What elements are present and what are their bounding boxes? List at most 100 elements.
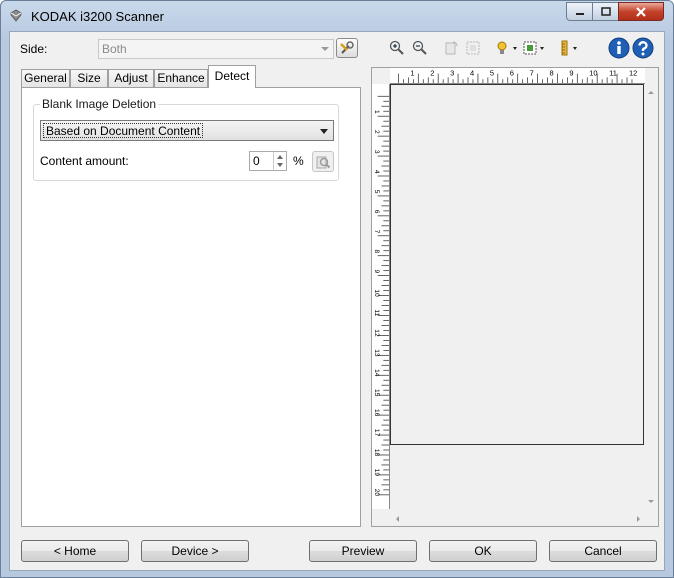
- home-button[interactable]: < Home: [21, 540, 129, 562]
- content-amount-unit: %: [293, 154, 304, 168]
- blank-image-deletion-group: Blank Image Deletion Based on Document C…: [33, 97, 339, 181]
- magnifier-icon: [316, 156, 331, 168]
- maximize-button[interactable]: [592, 2, 619, 21]
- close-button[interactable]: [618, 2, 664, 21]
- close-icon: [636, 6, 646, 17]
- ruler-label: 5: [490, 69, 494, 78]
- ruler-label: 11: [609, 69, 617, 78]
- device-button[interactable]: Device >: [141, 540, 249, 562]
- ruler-label: 5: [373, 190, 380, 194]
- ruler-label: 9: [373, 269, 380, 273]
- blank-image-mode-value: Based on Document Content: [43, 123, 204, 138]
- info-icon[interactable]: [608, 37, 630, 59]
- ruler-label: 7: [530, 69, 534, 78]
- content-preview-button[interactable]: [312, 151, 334, 172]
- ruler-label: 12: [373, 329, 380, 337]
- tab-detect[interactable]: Detect: [208, 65, 256, 88]
- ruler-label: 8: [549, 69, 553, 78]
- window-title: KODAK i3200 Scanner: [31, 9, 164, 24]
- rotate-button[interactable]: [440, 38, 462, 58]
- ruler-label: 15: [373, 389, 380, 397]
- ruler-label: 4: [470, 69, 474, 78]
- ruler-label: 1: [373, 110, 380, 114]
- stepper-up-icon[interactable]: [277, 155, 283, 159]
- help-icon[interactable]: [632, 37, 654, 59]
- tab-size[interactable]: Size: [70, 69, 108, 88]
- content-amount-stepper[interactable]: 0: [249, 151, 287, 171]
- ruler-label: 14: [373, 369, 380, 377]
- stepper-down-icon[interactable]: [277, 163, 283, 167]
- ruler-label: 17: [373, 429, 380, 437]
- chevron-down-icon: [320, 129, 328, 134]
- horizontal-scrollbar[interactable]: [390, 512, 646, 526]
- outline-button[interactable]: [462, 38, 484, 58]
- blank-image-mode-select[interactable]: Based on Document Content: [40, 120, 334, 141]
- cancel-button[interactable]: Cancel: [549, 540, 657, 562]
- minimize-button[interactable]: [566, 2, 593, 21]
- horizontal-ruler: 1 2 3 4 5 6 7 8 9 10 11 12: [390, 68, 645, 84]
- ruler-label: 6: [510, 69, 514, 78]
- scanner-app-icon: [10, 9, 22, 22]
- ruler-label: 3: [373, 150, 380, 154]
- preview-page[interactable]: [390, 84, 644, 445]
- ruler-label: 10: [373, 289, 380, 297]
- scroll-left-icon[interactable]: [392, 512, 402, 526]
- zoom-in-icon: [389, 40, 404, 55]
- preview-mode-button[interactable]: [521, 38, 551, 58]
- ruler-label: 10: [589, 69, 597, 78]
- preview-button[interactable]: Preview: [309, 540, 417, 562]
- preview-mode-icon: [523, 41, 544, 55]
- zoom-out-icon: [412, 40, 427, 55]
- ruler-label: 13: [373, 349, 380, 357]
- settings-shortcuts-button[interactable]: [336, 38, 358, 58]
- content-amount-label: Content amount:: [40, 154, 129, 168]
- tab-general[interactable]: General: [21, 69, 70, 88]
- ruler-label: 2: [430, 69, 434, 78]
- scroll-down-icon[interactable]: [644, 497, 658, 507]
- ruler-label: 6: [373, 210, 380, 214]
- ok-button[interactable]: OK: [429, 540, 537, 562]
- side-select[interactable]: Both: [98, 39, 334, 59]
- preview-area: 1 2 3 4 5 6 7 8 9 10 11 12 1 2 3 4 5 6 7 8 9 10 11 12 13 14 15 16 1…: [371, 67, 659, 527]
- ruler-label: 7: [373, 230, 380, 234]
- ruler-label: 9: [569, 69, 573, 78]
- ruler-label: 3: [450, 69, 454, 78]
- vertical-ruler: 1234567891011121314151617181920: [372, 84, 390, 509]
- settings-shortcuts-icon: [340, 41, 354, 54]
- tab-adjust[interactable]: Adjust: [108, 69, 154, 88]
- scroll-right-icon[interactable]: [634, 512, 644, 526]
- scanner-window: KODAK i3200 Scanner Side: Both General S…: [0, 0, 674, 578]
- lamp-icon: [497, 41, 517, 54]
- client-area: Side: Both General Size Adjust Enhance D…: [9, 31, 665, 571]
- ruler-label: 16: [373, 409, 380, 417]
- side-label: Side:: [20, 42, 48, 56]
- ruler-button[interactable]: [558, 38, 584, 58]
- zoom-in-button[interactable]: [386, 38, 408, 58]
- zoom-out-button[interactable]: [409, 38, 431, 58]
- tab-enhance[interactable]: Enhance: [154, 69, 208, 88]
- ruler-label: 1: [410, 69, 414, 78]
- maximize-icon: [600, 7, 611, 16]
- ruler-label: 12: [629, 69, 637, 78]
- ruler-label: 4: [373, 170, 380, 174]
- detect-panel: Blank Image Deletion Based on Document C…: [21, 87, 361, 527]
- title-bar[interactable]: KODAK i3200 Scanner: [1, 1, 673, 31]
- ruler-icon: [561, 40, 577, 56]
- ruler-label: 19: [373, 469, 380, 477]
- minimize-icon: [575, 12, 584, 15]
- side-select-value: Both: [102, 42, 127, 56]
- content-amount-value: 0: [253, 154, 260, 168]
- ruler-label: 11: [373, 309, 380, 316]
- scroll-up-icon[interactable]: [644, 87, 658, 97]
- ruler-label: 20: [373, 489, 380, 497]
- outline-icon: [466, 41, 480, 55]
- lamp-button[interactable]: [494, 38, 524, 58]
- group-title: Blank Image Deletion: [40, 97, 159, 111]
- stepper-buttons[interactable]: [273, 152, 286, 170]
- rotate-icon: [445, 41, 458, 55]
- ruler-label: 18: [373, 449, 380, 457]
- ruler-label: 2: [373, 130, 380, 134]
- chevron-down-icon: [321, 47, 329, 51]
- vertical-scrollbar[interactable]: [644, 84, 658, 510]
- ruler-label: 8: [373, 250, 380, 254]
